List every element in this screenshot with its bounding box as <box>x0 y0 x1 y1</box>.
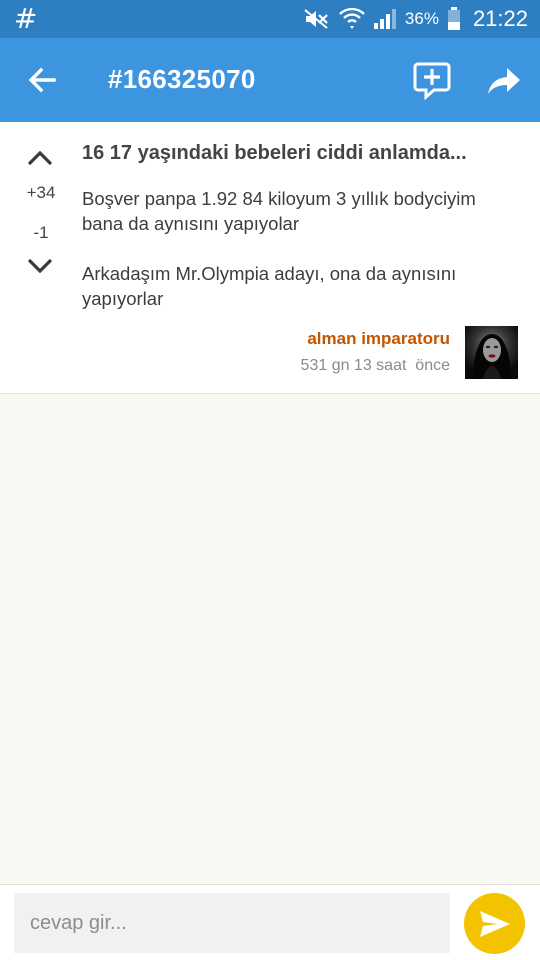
wifi-icon <box>339 7 365 29</box>
back-arrow-icon[interactable] <box>24 62 60 98</box>
downvote-chevron-icon[interactable] <box>26 256 54 276</box>
app-bar: #166325070 <box>0 38 540 122</box>
entry-timestamp: 531 gn 13 saat önce <box>300 357 450 374</box>
avatar[interactable] <box>465 326 518 379</box>
signal-icon <box>373 9 396 29</box>
mute-icon <box>304 9 328 29</box>
clock: 21:22 <box>472 6 528 31</box>
send-button[interactable] <box>464 893 525 954</box>
entry-body: Boşver panpa 1.92 84 kiloyum 3 yıllık bo… <box>82 186 522 311</box>
reply-input[interactable] <box>14 893 450 953</box>
hashtag-status-icon: # <box>14 2 38 35</box>
upvote-chevron-icon[interactable] <box>26 148 54 168</box>
entry-paragraph: Arkadaşım Mr.Olympia adayı, ona da aynıs… <box>82 263 457 309</box>
share-icon[interactable] <box>486 62 522 98</box>
entry-card: +34 -1 16 17 yaşındaki bebeleri ciddi an… <box>0 122 540 394</box>
send-icon <box>479 910 510 937</box>
avatar-image <box>465 326 518 379</box>
status-bar: # 36% 21:22 <box>0 0 540 38</box>
upvote-count: +34 <box>26 183 56 202</box>
battery-percent: 36% <box>404 9 439 28</box>
author-name[interactable]: alman imparatoru <box>307 329 450 349</box>
entry-heading[interactable]: 16 17 yaşındaki bebeleri ciddi anlamda..… <box>82 142 526 165</box>
status-icons: 36% 21:22 <box>303 0 528 38</box>
downvote-count: -1 <box>33 223 49 242</box>
add-comment-icon[interactable] <box>412 60 452 100</box>
battery-icon <box>447 7 460 30</box>
reply-bar <box>0 884 540 960</box>
entry-id-title: #166325070 <box>108 64 256 94</box>
entry-paragraph: Boşver panpa 1.92 84 kiloyum 3 yıllık bo… <box>82 188 476 234</box>
